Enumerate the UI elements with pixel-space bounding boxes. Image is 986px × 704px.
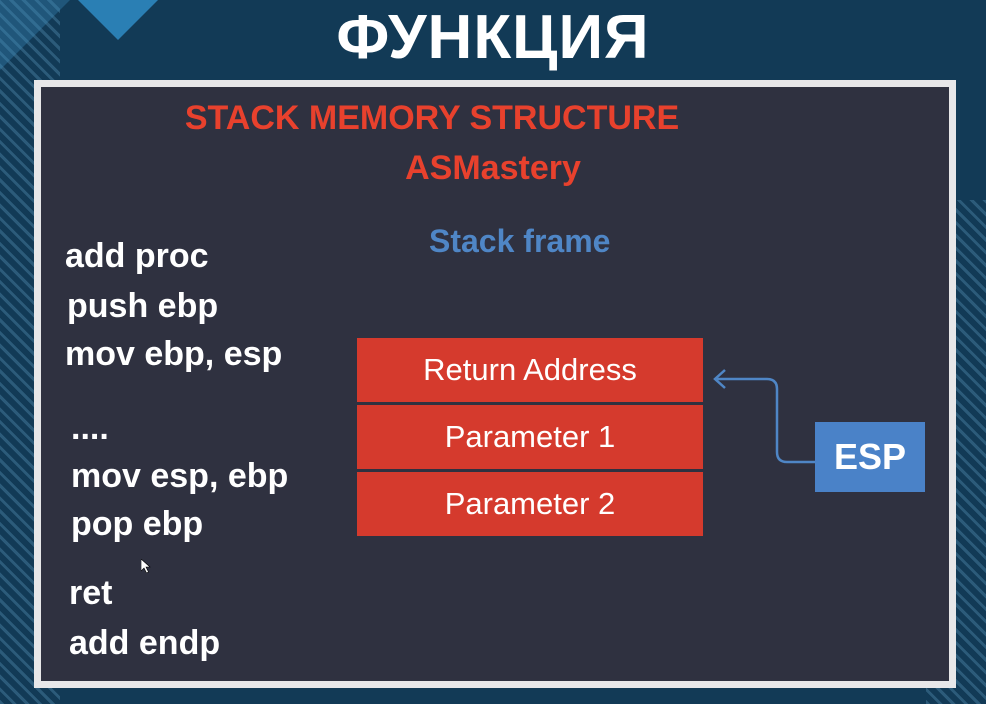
arrow-icon <box>713 369 815 464</box>
stack-frame-label: Stack frame <box>429 223 611 259</box>
code-line: .... <box>71 409 109 447</box>
slide-subheading: ASMastery <box>405 149 581 187</box>
stack-cell-return-address: Return Address <box>357 338 703 402</box>
slide-heading: STACK MEMORY STRUCTURE <box>184 99 680 137</box>
code-line: pop ebp <box>71 505 204 543</box>
stack-cell-parameter-2: Parameter 2 <box>357 472 703 536</box>
code-line: add proc <box>65 237 209 275</box>
page-title: ФУНКЦИЯ <box>336 3 650 72</box>
code-line: push ebp <box>67 287 219 325</box>
cursor-icon <box>141 559 151 573</box>
stack-cell-parameter-1: Parameter 1 <box>357 405 703 469</box>
stack-frame: Return Address Parameter 1 Parameter 2 <box>357 338 703 539</box>
code-line: mov ebp, esp <box>65 335 283 373</box>
code-line: mov esp, ebp <box>71 457 289 495</box>
slide-panel: STACK MEMORY STRUCTURE ASMastery Stack f… <box>34 80 956 688</box>
code-line: add endp <box>69 624 221 662</box>
esp-register-box: ESP <box>815 422 925 492</box>
code-line: ret <box>69 574 113 612</box>
